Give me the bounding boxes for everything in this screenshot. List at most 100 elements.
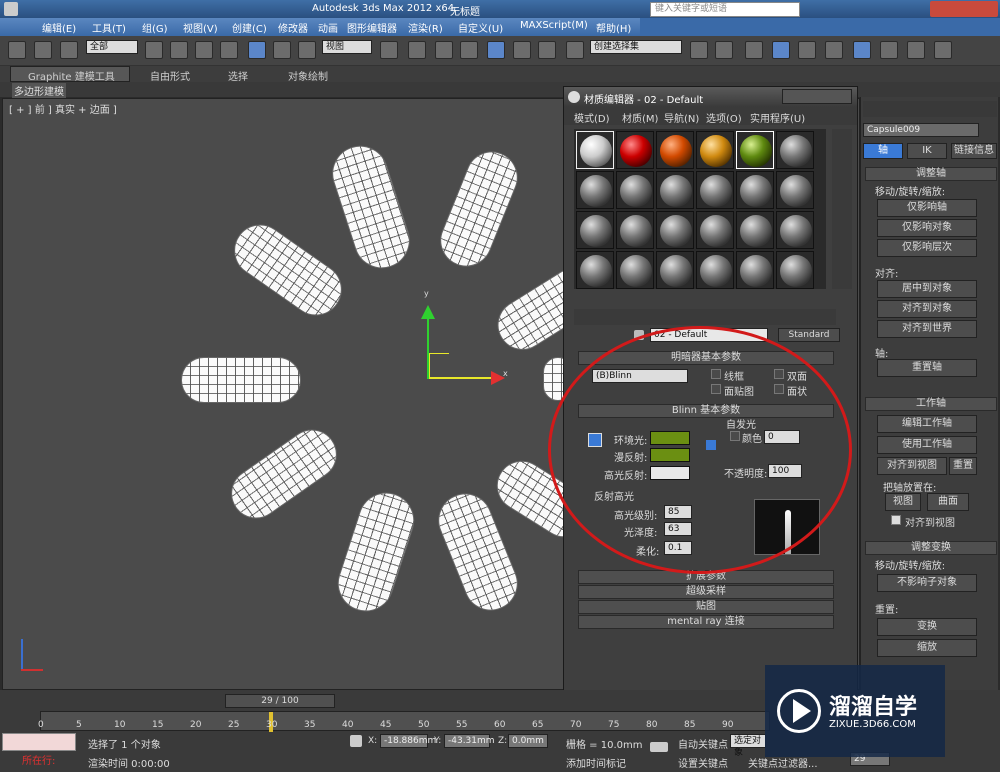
object-name-field[interactable]: Capsule009 bbox=[863, 123, 979, 137]
reset-pivot-button[interactable]: 重置轴 bbox=[877, 359, 977, 377]
ref-coord-select[interactable]: 视图 bbox=[322, 40, 372, 54]
x-coord-field[interactable]: -18.886mm bbox=[380, 734, 436, 748]
working-pivot-header[interactable]: 工作轴 bbox=[865, 397, 997, 411]
link-icon[interactable] bbox=[8, 41, 26, 59]
selected-object-select[interactable]: 选定对象 bbox=[730, 734, 766, 758]
affect-object-only-button[interactable]: 仅影响对象 bbox=[877, 219, 977, 237]
tab-ik[interactable]: IK bbox=[907, 143, 947, 159]
named-selection-select[interactable]: 创建选择集 bbox=[590, 40, 682, 54]
affect-pivot-only-button[interactable]: 仅影响轴 bbox=[877, 199, 977, 217]
gizmo-x-axis[interactable] bbox=[429, 377, 495, 379]
curve-editor-icon[interactable] bbox=[798, 41, 816, 59]
material-type-button[interactable]: Standard bbox=[778, 328, 840, 342]
select-object-icon[interactable] bbox=[145, 41, 163, 59]
selection-filter-select[interactable]: 全部 bbox=[86, 40, 138, 54]
schematic-view-icon[interactable] bbox=[825, 41, 843, 59]
set-key-button[interactable]: 设置关键点 bbox=[678, 755, 728, 770]
viewport-label[interactable]: [ + ] 前 ] 真实 + 边面 ] bbox=[9, 101, 117, 116]
key-icon[interactable] bbox=[650, 742, 668, 752]
keyboard-shortcut-icon[interactable] bbox=[435, 41, 453, 59]
maxscript-listener[interactable] bbox=[2, 733, 76, 751]
material-editor-icon[interactable] bbox=[853, 41, 871, 59]
pivot-center-icon[interactable] bbox=[380, 41, 398, 59]
rollout-supersampling[interactable]: 超级采样 bbox=[578, 585, 834, 599]
transform-button[interactable]: 变换 bbox=[877, 618, 977, 636]
menu-customize[interactable]: 自定义(U) bbox=[458, 20, 503, 35]
select-by-name-icon[interactable] bbox=[170, 41, 188, 59]
tab-pivot[interactable]: 轴 bbox=[863, 143, 903, 159]
sample-side-toolbar[interactable] bbox=[832, 129, 852, 289]
menu-maxscript[interactable]: MAXScript(M) bbox=[520, 20, 588, 31]
menu-graph-editors[interactable]: 图形编辑器 bbox=[347, 20, 397, 35]
menu-group[interactable]: 组(G) bbox=[142, 20, 168, 35]
auto-key-button[interactable]: 自动关键点 bbox=[678, 736, 728, 751]
window-crossing-icon[interactable] bbox=[220, 41, 238, 59]
capsule-object[interactable] bbox=[432, 143, 526, 275]
spinner-snap-icon[interactable] bbox=[538, 41, 556, 59]
adjust-pivot-header[interactable]: 调整轴 bbox=[865, 167, 997, 181]
place-surface-button[interactable]: 曲面 bbox=[927, 493, 969, 511]
me-menu-utilities[interactable]: 实用程序(U) bbox=[750, 110, 805, 125]
percent-snap-icon[interactable] bbox=[513, 41, 531, 59]
tab-object-paint[interactable]: 对象绘制 bbox=[288, 68, 328, 83]
align-to-object-button[interactable]: 对齐到对象 bbox=[877, 300, 977, 318]
dont-affect-children-button[interactable]: 不影响子对象 bbox=[877, 574, 977, 592]
render-setup-icon[interactable] bbox=[880, 41, 898, 59]
gizmo-plane-handle[interactable] bbox=[429, 353, 449, 377]
reset-working-pivot-button[interactable]: 重置 bbox=[949, 457, 977, 475]
edit-named-sel-icon[interactable] bbox=[566, 41, 584, 59]
me-menu-material[interactable]: 材质(M) bbox=[622, 110, 658, 125]
capsule-object[interactable] bbox=[324, 138, 418, 276]
scale-icon[interactable] bbox=[298, 41, 316, 59]
y-coord-field[interactable]: -43.31mm bbox=[444, 734, 495, 748]
tab-selection[interactable]: 选择 bbox=[228, 68, 248, 83]
align-to-view-checkbox[interactable] bbox=[891, 515, 901, 525]
render-production-icon[interactable] bbox=[934, 41, 952, 59]
menu-rendering[interactable]: 渲染(R) bbox=[408, 20, 443, 35]
rotate-icon[interactable] bbox=[273, 41, 291, 59]
menu-modifiers[interactable]: 修改器 bbox=[278, 20, 308, 35]
affect-hierarchy-only-button[interactable]: 仅影响层次 bbox=[877, 239, 977, 257]
absolute-mode-icon[interactable] bbox=[350, 735, 362, 747]
edit-working-pivot-button[interactable]: 编辑工作轴 bbox=[877, 415, 977, 433]
align-to-view-button[interactable]: 对齐到视图 bbox=[877, 457, 947, 475]
menu-animation[interactable]: 动画 bbox=[318, 20, 338, 35]
unlink-icon[interactable] bbox=[34, 41, 52, 59]
center-to-object-button[interactable]: 居中到对象 bbox=[877, 280, 977, 298]
rendered-frame-icon[interactable] bbox=[907, 41, 925, 59]
bind-space-warp-icon[interactable] bbox=[60, 41, 78, 59]
poly-modeling-label[interactable]: 多边形建模 bbox=[12, 83, 66, 98]
gizmo-y-arrow-icon[interactable] bbox=[421, 305, 435, 319]
search-input[interactable]: 键入关键字或短语 bbox=[650, 2, 800, 17]
align-to-world-button[interactable]: 对齐到世界 bbox=[877, 320, 977, 338]
mat-editor-window-controls[interactable] bbox=[782, 89, 852, 104]
place-view-button[interactable]: 视图 bbox=[885, 493, 921, 511]
tab-graphite[interactable]: Graphite 建模工具 bbox=[28, 68, 115, 83]
key-filters-button[interactable]: 关键点过滤器... bbox=[748, 755, 818, 770]
add-time-tag[interactable]: 添加时间标记 bbox=[566, 755, 626, 770]
tab-link-info[interactable]: 链接信息 bbox=[951, 143, 997, 159]
menu-tools[interactable]: 工具(T) bbox=[92, 20, 126, 35]
me-menu-options[interactable]: 选项(O) bbox=[706, 110, 742, 125]
capsule-object[interactable] bbox=[181, 357, 301, 403]
tab-freeform[interactable]: 自由形式 bbox=[150, 68, 190, 83]
rollout-maps[interactable]: 贴图 bbox=[578, 600, 834, 614]
use-working-pivot-button[interactable]: 使用工作轴 bbox=[877, 436, 977, 454]
me-menu-navigation[interactable]: 导航(N) bbox=[664, 110, 699, 125]
align-icon[interactable] bbox=[715, 41, 733, 59]
angle-snap-icon[interactable] bbox=[487, 41, 505, 59]
scale-button[interactable]: 缩放 bbox=[877, 639, 977, 657]
snap-icon[interactable] bbox=[460, 41, 478, 59]
move-icon[interactable] bbox=[248, 41, 266, 59]
rollout-mental-ray[interactable]: mental ray 连接 bbox=[578, 615, 834, 629]
capsule-object[interactable] bbox=[223, 214, 353, 326]
app-menu-icon[interactable] bbox=[4, 2, 18, 16]
menu-views[interactable]: 视图(V) bbox=[183, 20, 218, 35]
menu-edit[interactable]: 编辑(E) bbox=[42, 20, 76, 35]
time-slider[interactable]: 29 / 100 bbox=[225, 694, 335, 708]
rect-selection-icon[interactable] bbox=[195, 41, 213, 59]
adjust-transform-header[interactable]: 调整变换 bbox=[865, 541, 997, 555]
layer-manager-icon[interactable] bbox=[745, 41, 763, 59]
mirror-icon[interactable] bbox=[690, 41, 708, 59]
mat-editor-toolbar[interactable] bbox=[574, 309, 836, 325]
